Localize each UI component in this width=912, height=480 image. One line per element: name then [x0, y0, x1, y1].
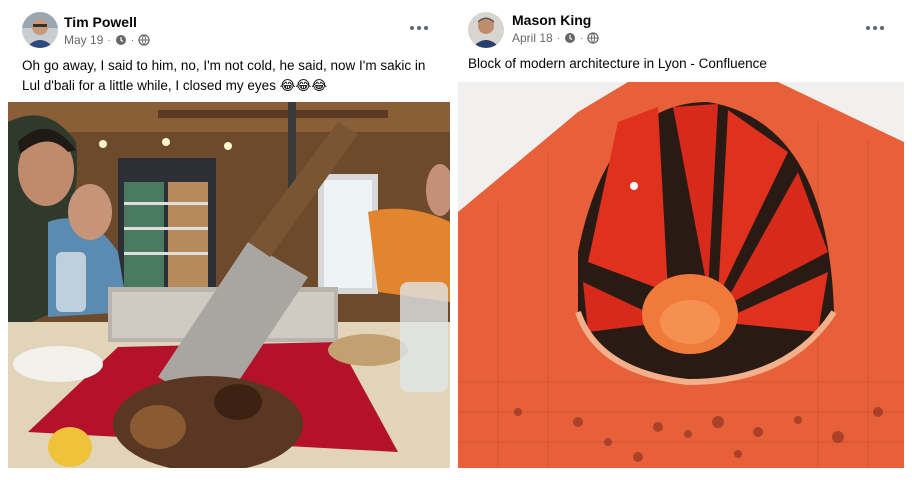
clock-icon	[564, 32, 576, 44]
separator: ·	[580, 32, 584, 44]
post-text-line: Lul d'bali for a little while, I closed …	[22, 78, 328, 93]
separator: ·	[107, 34, 111, 46]
post-card: Mason King April 18 · · Block of modern …	[458, 0, 912, 480]
post-card: Tim Powell May 19 · · Oh go away, I said…	[0, 0, 452, 480]
globe-icon	[138, 34, 150, 46]
separator: ·	[130, 34, 135, 46]
post-header: Mason King April 18 · ·	[458, 0, 912, 50]
author-name[interactable]: Tim Powell	[64, 14, 137, 30]
post-date[interactable]: May 19	[64, 33, 103, 47]
globe-icon	[587, 32, 600, 44]
post-meta: April 18 · ·	[512, 31, 600, 45]
post-text: Block of modern architecture in Lyon - C…	[468, 54, 898, 74]
author-name[interactable]: Mason King	[512, 12, 591, 28]
post-photo[interactable]	[458, 82, 904, 468]
separator: ·	[556, 32, 561, 44]
post-text-line: Oh go away, I said to him, no, I'm not c…	[22, 58, 426, 73]
avatar[interactable]	[22, 12, 58, 48]
clock-icon	[115, 34, 127, 46]
post-meta: May 19 · ·	[64, 33, 150, 47]
more-options-icon[interactable]	[862, 18, 890, 38]
post-date[interactable]: April 18	[512, 31, 553, 45]
post-header: Tim Powell May 19 · ·	[0, 0, 452, 50]
post-text-line: Block of modern architecture in Lyon - C…	[468, 56, 767, 71]
more-options-icon[interactable]	[406, 18, 434, 38]
avatar[interactable]	[468, 12, 504, 48]
post-photo[interactable]	[8, 102, 450, 468]
post-text: Oh go away, I said to him, no, I'm not c…	[22, 56, 442, 96]
